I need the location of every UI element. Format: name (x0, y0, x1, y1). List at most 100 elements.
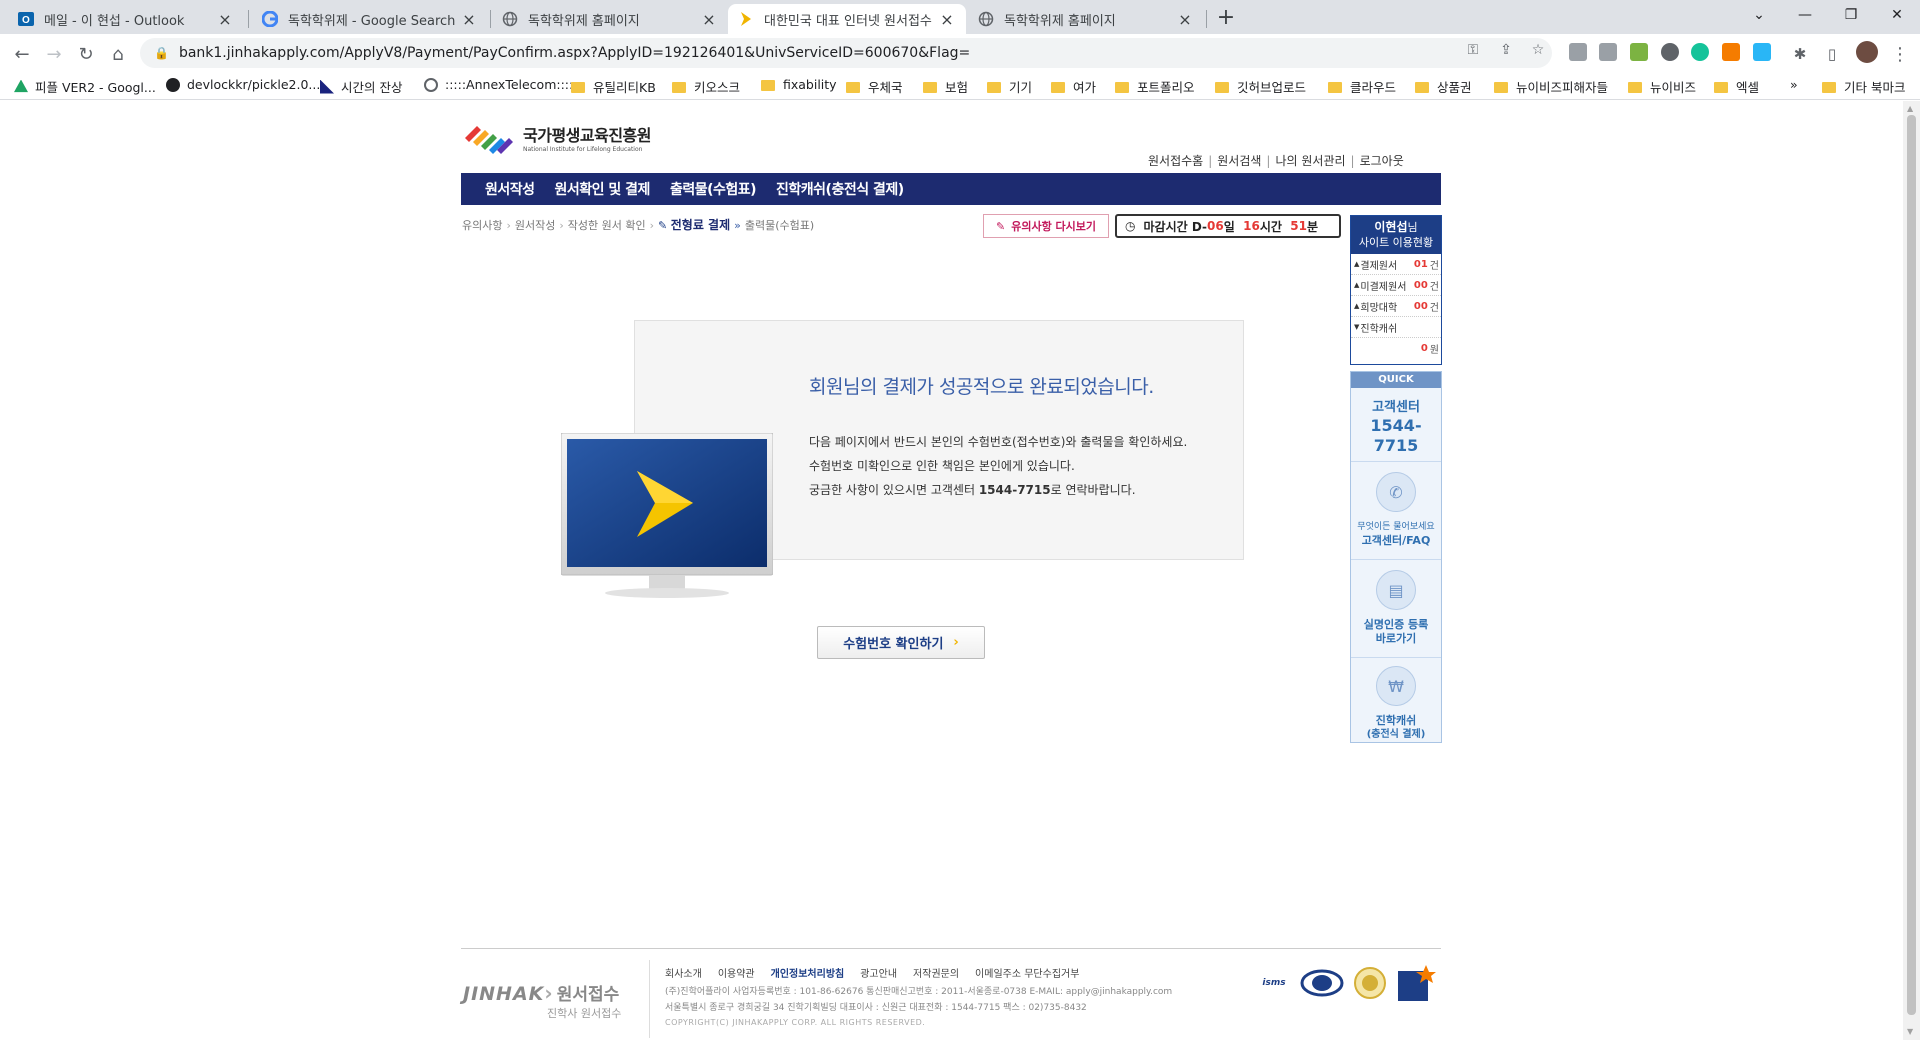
util-link-my-applications[interactable]: 나의 원서관리 (1275, 154, 1345, 168)
bookmark-folder[interactable]: 상품권 (1415, 77, 1472, 96)
status-row-unpaid[interactable]: ▲ 미결제원서 00 건 (1351, 275, 1441, 296)
footer-copyright: COPYRIGHT(C) JINHAKAPPLY CORP. ALL RIGHT… (665, 1018, 926, 1027)
extension-icon[interactable] (1722, 43, 1740, 61)
bookmark-item[interactable]: 피플 VER2 - Googl... (14, 77, 156, 96)
share-icon[interactable]: ⇪ (1495, 42, 1517, 58)
extensions-puzzle-icon[interactable]: ✱ (1786, 40, 1814, 68)
highest-brand-badge-icon (1396, 965, 1436, 1001)
bookmark-folder[interactable]: 기기 (987, 77, 1032, 96)
forward-icon[interactable]: → (40, 40, 68, 68)
menu-icon[interactable]: ⋮ (1886, 40, 1914, 68)
side-panel-icon[interactable]: ▯ (1818, 40, 1846, 68)
view-notice-again-button[interactable]: ✎ 유의사항 다시보기 (983, 214, 1109, 238)
quick-faq[interactable]: ✆ 무엇이든 물어보세요 고객센터/FAQ (1351, 462, 1441, 560)
quick-realname-verify[interactable]: ▤ 실명인증 등록 바로가기 (1351, 560, 1441, 658)
footer-link-about[interactable]: 회사소개 (665, 969, 702, 980)
util-link-logout[interactable]: 로그아웃 (1360, 154, 1404, 168)
folder-icon (1494, 82, 1508, 93)
breadcrumb: 유의사항 › 원서작성 › 작성한 원서 확인 › ✎ 전형료 결제» 출력물(수험표) (462, 218, 815, 232)
quick-jinhak-cash[interactable]: ₩ 진학캐쉬 (충전식 결제) (1351, 658, 1441, 742)
bookmark-item[interactable]: :::::AnnexTelecom::::: (424, 77, 577, 92)
close-icon[interactable]: × (938, 10, 956, 29)
util-link-search[interactable]: 원서검색 (1217, 154, 1261, 168)
address-bar[interactable]: 🔒 bank1.jinhakapply.com/ApplyV8/Payment/… (140, 38, 1552, 68)
profile-avatar[interactable] (1856, 41, 1878, 63)
tab-jinhak-active[interactable]: 대한민국 대표 인터넷 원서접수 × (728, 4, 966, 34)
bookmark-folder[interactable]: 키오스크 (672, 77, 740, 96)
bookmark-star-icon[interactable]: ☆ (1527, 42, 1549, 58)
close-icon[interactable]: × (216, 10, 234, 29)
close-icon[interactable]: × (700, 10, 718, 29)
footer-link-privacy[interactable]: 개인정보처리방침 (771, 969, 845, 980)
footer-address: 서울특별시 종로구 경희궁길 34 진학기획빌딩 대표이사 : 신원근 대표전화… (665, 1003, 1087, 1013)
tab-search-icon[interactable]: ⌄ (1736, 0, 1782, 30)
nav-confirm-payment[interactable]: 원서확인 및 결제 (555, 179, 651, 199)
svg-text:O: O (22, 15, 30, 26)
instruction-line-3: 궁금한 사항이 있으시면 고객센터 1544-7715로 연락바랍니다. (809, 483, 1136, 497)
extension-icon[interactable] (1630, 43, 1648, 61)
check-exam-number-button[interactable]: 수험번호 확인하기 › (817, 626, 985, 659)
bookmark-folder[interactable]: 우체국 (846, 77, 903, 96)
status-row-wish[interactable]: ▲ 희망대학 00 건 (1351, 296, 1441, 317)
other-bookmarks-folder[interactable]: 기타 북마크 (1822, 77, 1905, 96)
isms-badge-icon: isms (1262, 978, 1286, 988)
close-icon[interactable]: × (460, 10, 478, 29)
bookmark-item[interactable]: devlockkr/pickle2.0... (166, 77, 320, 92)
status-row-paid[interactable]: ▲ 결제원서 01 건 (1351, 254, 1441, 275)
bookmark-folder[interactable]: 뉴이비즈피해자들 (1494, 77, 1608, 96)
bookmark-folder[interactable]: 클라우드 (1328, 77, 1396, 96)
tab-strip: O 메일 - 이 현섭 - Outlook × 독학학위제 - Google S… (0, 0, 1920, 34)
bookmark-folder[interactable]: 뉴이비즈 (1628, 77, 1696, 96)
quick-customer-center[interactable]: 고객센터 1544-7715 (1351, 388, 1441, 462)
bookmarks-bar: 피플 VER2 - Googl... devlockkr/pickle2.0..… (0, 72, 1920, 100)
tab-dokhak-home-2[interactable]: 독학학위제 홈페이지 × (968, 4, 1204, 34)
new-tab-button[interactable]: + (1212, 5, 1240, 30)
footer-link-terms[interactable]: 이용약관 (718, 969, 755, 980)
scrollbar-thumb[interactable] (1907, 115, 1916, 1015)
bookmark-folder[interactable]: 깃허브업로드 (1215, 77, 1306, 96)
scroll-down-icon[interactable]: ▼ (1907, 1027, 1913, 1036)
tab-google-search[interactable]: 독학학위제 - Google Search × (252, 4, 488, 34)
footer-link-ads[interactable]: 광고안내 (860, 969, 897, 980)
home-icon[interactable]: ⌂ (104, 40, 132, 68)
scroll-up-icon[interactable]: ▲ (1907, 104, 1913, 113)
bookmarks-overflow-button[interactable]: » (1790, 77, 1798, 92)
bookmark-folder[interactable]: 유틸리티KB (571, 77, 656, 96)
util-link-apply-home[interactable]: 원서접수홈 (1148, 154, 1203, 168)
tab-outlook[interactable]: O 메일 - 이 현섭 - Outlook × (8, 4, 244, 34)
status-row-cash[interactable]: ▼ 진학캐쉬 (1351, 317, 1441, 338)
user-status-header: 이현섭님 사이트 이용현황 (1351, 216, 1441, 254)
user-name: 이현섭 (1374, 220, 1408, 234)
bookmark-folder[interactable]: 포트폴리오 (1115, 77, 1195, 96)
key-icon[interactable]: ⚿ (1462, 42, 1484, 58)
reload-icon[interactable]: ↻ (72, 40, 100, 68)
footer-link-copyright[interactable]: 저작권문의 (913, 969, 959, 980)
bookmark-item[interactable]: 시간의 잔상 (320, 77, 402, 96)
clock-icon: ◷ (1125, 219, 1136, 233)
pencil-icon: ✎ (658, 219, 668, 232)
folder-icon (761, 80, 775, 91)
extension-icon[interactable] (1753, 43, 1771, 61)
bookmark-folder[interactable]: 여가 (1051, 77, 1096, 96)
back-icon[interactable]: ← (8, 40, 36, 68)
tab-dokhak-home-1[interactable]: 독학학위제 홈페이지 × (492, 4, 728, 34)
nav-write-application[interactable]: 원서작성 (485, 179, 535, 199)
bookmark-folder[interactable]: fixability (761, 77, 837, 92)
footer-divider (461, 948, 1441, 949)
window-close-icon[interactable]: ✕ (1874, 0, 1920, 30)
outlook-icon: O (18, 11, 34, 27)
extension-icon[interactable] (1661, 43, 1679, 61)
restore-icon[interactable]: ❐ (1828, 0, 1874, 30)
nav-jinhak-cash[interactable]: 진학캐쉬(충전식 결제) (776, 179, 904, 199)
nav-printouts[interactable]: 출력물(수험표) (670, 179, 757, 199)
minimize-icon[interactable]: — (1782, 0, 1828, 30)
site-logo[interactable]: 국가평생교육진흥원 National Institute for Lifelon… (461, 120, 651, 154)
camera-extension-icon[interactable] (1569, 43, 1587, 61)
bookmark-folder[interactable]: 보험 (923, 77, 968, 96)
grammarly-icon[interactable] (1691, 43, 1709, 61)
vertical-scrollbar[interactable]: ▲ ▼ (1903, 101, 1920, 1040)
footer-link-email-policy[interactable]: 이메일주소 무단수집거부 (975, 969, 1079, 980)
close-icon[interactable]: × (1176, 10, 1194, 29)
download-extension-icon[interactable] (1599, 43, 1617, 61)
bookmark-folder[interactable]: 엑셀 (1714, 77, 1759, 96)
